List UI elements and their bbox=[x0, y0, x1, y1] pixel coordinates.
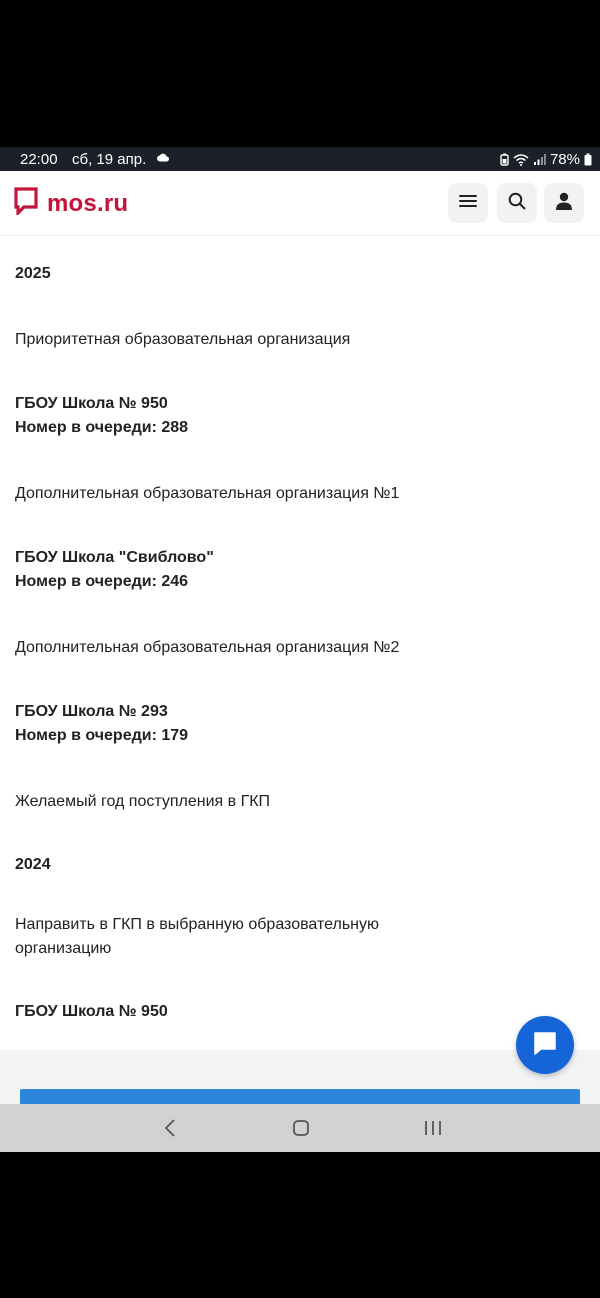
home-icon[interactable] bbox=[292, 1118, 310, 1143]
chat-button[interactable] bbox=[516, 1016, 574, 1074]
chat-icon bbox=[532, 1030, 558, 1061]
school2-name: ГБОУ Школа "Свиблово" bbox=[15, 549, 214, 566]
additional-org1-label: Дополнительная образовательная организац… bbox=[15, 485, 400, 502]
site-header: mos.ru bbox=[0, 171, 600, 236]
search-icon bbox=[508, 192, 526, 215]
signal-icon bbox=[533, 153, 546, 166]
battery-saver-icon bbox=[500, 153, 509, 166]
user-button[interactable] bbox=[544, 183, 584, 223]
menu-button[interactable] bbox=[448, 183, 488, 223]
menu-icon bbox=[459, 194, 477, 213]
final-school-name: ГБОУ Школа № 950 bbox=[15, 1003, 168, 1020]
logo-icon bbox=[14, 187, 38, 220]
gkp-year-label: Желаемый год поступления в ГКП bbox=[15, 793, 271, 810]
school2-queue: Номер в очереди: 246 bbox=[15, 573, 189, 590]
search-button[interactable] bbox=[497, 183, 537, 223]
status-bar: 22:00 сб, 19 апр. 78% bbox=[0, 147, 600, 171]
system-nav-bar bbox=[0, 1104, 600, 1152]
direct-gkp-label: Направить в ГКП в выбранную образователь… bbox=[15, 916, 379, 957]
status-time: 22:00 bbox=[20, 150, 58, 168]
school3-queue: Номер в очереди: 179 bbox=[15, 727, 189, 744]
site-logo[interactable]: mos.ru bbox=[14, 187, 128, 220]
user-icon bbox=[555, 192, 573, 215]
school1-name: ГБОУ Школа № 950 bbox=[15, 395, 168, 412]
status-date: сб, 19 апр. bbox=[72, 150, 147, 168]
school3-name: ГБОУ Школа № 293 bbox=[15, 703, 168, 720]
year-2025: 2025 bbox=[15, 265, 51, 282]
recents-icon[interactable] bbox=[424, 1118, 442, 1143]
year-2024: 2024 bbox=[15, 856, 51, 873]
phone-screen: 22:00 сб, 19 апр. 78% mos.ru 2025 Приори… bbox=[0, 147, 600, 1152]
additional-org2-label: Дополнительная образовательная организац… bbox=[15, 639, 400, 656]
cloud-icon bbox=[157, 153, 169, 162]
wifi-icon bbox=[513, 153, 529, 166]
battery-icon bbox=[584, 153, 592, 166]
logo-text: mos.ru bbox=[47, 189, 129, 217]
battery-percent: 78% bbox=[549, 150, 580, 168]
status-right: 78% bbox=[500, 151, 592, 168]
back-icon[interactable] bbox=[163, 1118, 177, 1143]
school1-queue: Номер в очереди: 288 bbox=[15, 419, 189, 436]
priority-org-label: Приоритетная образовательная организация bbox=[15, 331, 351, 348]
